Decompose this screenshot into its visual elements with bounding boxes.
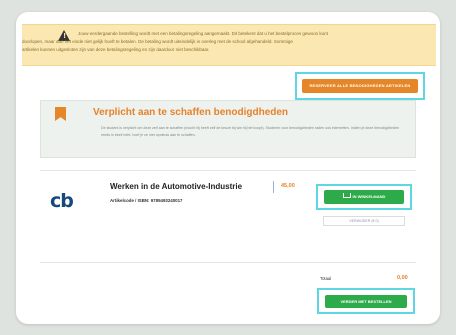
product-price: 45,00 <box>281 183 295 189</box>
divider <box>40 262 416 263</box>
publisher-logo: cb <box>50 190 74 212</box>
add-to-cart-label: IN WINKELMAND <box>352 194 386 199</box>
order-highlight: VERDER MET BESTELLEN <box>317 288 415 314</box>
warning-line-3: artikelen kunnen uitgesloten zijn van de… <box>22 47 210 52</box>
price-separator <box>273 181 274 193</box>
payment-plan-warning: ! Jouw eerdergaande bestelling wordt met… <box>22 24 436 66</box>
required-title: Verplicht aan te schaffen benodigdheden <box>93 107 289 118</box>
total-label: Totaal <box>320 276 332 281</box>
reserve-all-button[interactable]: RESERVEER ALLE BENODIGHEDEN ARTIKELEN <box>302 79 418 93</box>
add-to-cart-button[interactable]: IN WINKELMAND <box>324 190 404 204</box>
warning-line-2: doorlopen, maar aan het einde niet gelij… <box>22 39 293 44</box>
product-title[interactable]: Werken in de Automotive-Industrie <box>110 182 242 191</box>
cart-icon <box>342 193 351 199</box>
required-description: De student is verplicht om deze zelf aan… <box>101 126 400 137</box>
divider <box>40 170 416 171</box>
reserve-highlight: RESERVEER ALLE BENODIGHEDEN ARTIKELEN <box>295 72 425 100</box>
cart-highlight: IN WINKELMAND <box>316 184 412 210</box>
bookmark-icon <box>55 107 66 121</box>
continue-order-button[interactable]: VERDER MET BESTELLEN <box>325 295 407 308</box>
product-article-code: Artikelcode / ISBN: 9789493240017 <box>110 198 183 203</box>
required-supplies-section: Verplicht aan te schaffen benodigdheden … <box>40 100 416 158</box>
remove-button[interactable]: VERWIJDER (€ 0) <box>323 216 405 226</box>
warning-line-1: Jouw eerdergaande bestelling wordt met e… <box>78 31 328 36</box>
warning-text: Jouw eerdergaande bestelling wordt met e… <box>22 30 426 54</box>
total-value: 0,00 <box>397 275 408 281</box>
